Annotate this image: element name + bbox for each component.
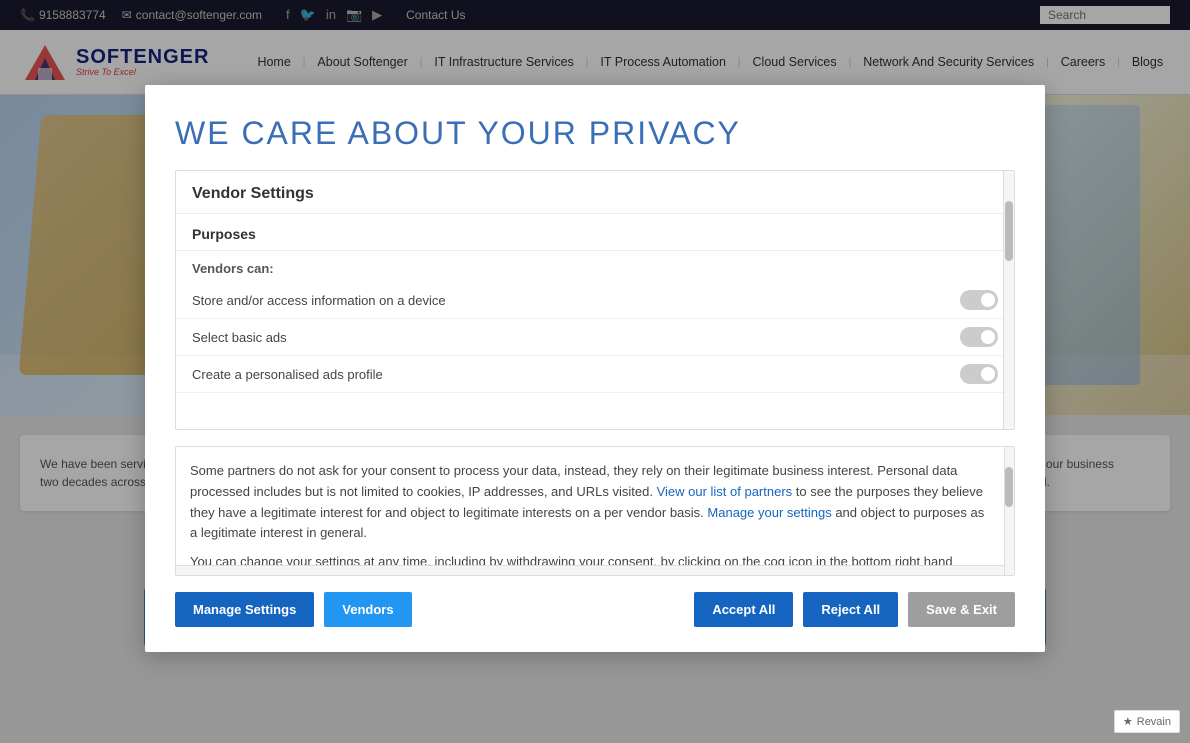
vendors-button[interactable]: Vendors <box>324 592 411 627</box>
accept-all-button[interactable]: Accept All <box>694 592 793 627</box>
partners-link[interactable]: View our list of partners <box>657 484 793 499</box>
manage-settings-link[interactable]: Manage your settings <box>707 505 831 520</box>
buttons-row: Manage Settings Vendors Accept All Rejec… <box>175 592 1015 627</box>
info-paragraph-1: Some partners do not ask for your consen… <box>190 461 990 544</box>
revain-icon: ★ <box>1123 715 1133 728</box>
info-text-box: Some partners do not ask for your consen… <box>175 446 1015 576</box>
revain-label: Revain <box>1137 716 1171 728</box>
toggle-personalised-ads[interactable] <box>960 364 998 384</box>
vendor-settings-box[interactable]: Vendor Settings Purposes Vendors can: St… <box>175 170 1015 430</box>
vendor-row-2-label: Select basic ads <box>192 330 287 345</box>
info-scrollbar-thumb <box>1005 467 1013 507</box>
reject-all-button[interactable]: Reject All <box>803 592 898 627</box>
modal-title: WE CARE ABOUT YOUR PRIVACY <box>175 115 1015 152</box>
manage-settings-button[interactable]: Manage Settings <box>175 592 314 627</box>
vendor-row-1: Store and/or access information on a dev… <box>176 282 1014 319</box>
vendor-scrollbar-thumb <box>1005 201 1013 261</box>
vendor-settings-title: Vendor Settings <box>176 171 1014 214</box>
info-hscroll <box>176 565 1004 575</box>
vendor-box-inner[interactable]: Vendor Settings Purposes Vendors can: St… <box>176 171 1014 429</box>
vendor-row-1-label: Store and/or access information on a dev… <box>192 293 446 308</box>
vendor-row-2: Select basic ads <box>176 319 1014 356</box>
revain-badge[interactable]: ★ Revain <box>1114 710 1180 733</box>
vendors-can-label: Vendors can: <box>176 251 1014 282</box>
info-scrollbar <box>1004 447 1014 575</box>
toggle-store-info[interactable] <box>960 290 998 310</box>
vendor-row-3: Create a personalised ads profile <box>176 356 1014 393</box>
toggle-basic-ads[interactable] <box>960 327 998 347</box>
purposes-title: Purposes <box>176 214 1014 251</box>
privacy-modal: WE CARE ABOUT YOUR PRIVACY Vendor Settin… <box>145 85 1045 652</box>
save-exit-button[interactable]: Save & Exit <box>908 592 1015 627</box>
vendor-row-3-label: Create a personalised ads profile <box>192 367 383 382</box>
